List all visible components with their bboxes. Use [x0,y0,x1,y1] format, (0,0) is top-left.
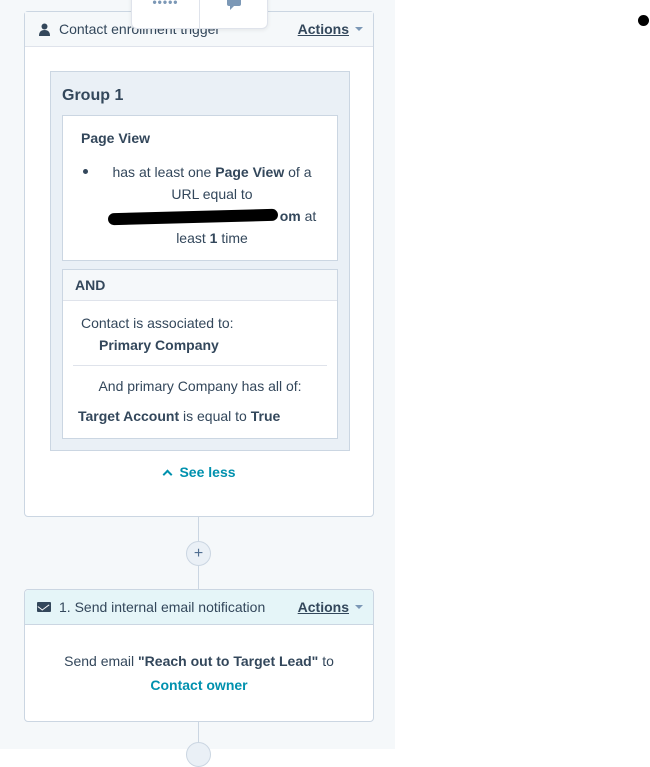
and-label: AND [63,270,337,301]
dots-icon: ••••• [152,0,179,9]
filter-property: Page View [215,164,285,180]
trigger-actions-dropdown[interactable]: Actions [298,21,363,37]
recipient-link[interactable]: Contact owner [25,677,373,693]
add-action-button-next[interactable] [186,742,211,767]
connector-line [198,517,199,541]
drag-handle[interactable]: ••••• [132,0,199,28]
mail-icon-wrap [37,602,51,612]
comment-button[interactable] [199,0,267,28]
enrollment-trigger-card[interactable]: Contact enrollment trigger Actions Group… [24,11,374,517]
see-less-label: See less [179,464,236,480]
add-action-button[interactable]: + [186,541,211,566]
and-filter-block[interactable]: AND Contact is associated to: Primary Co… [62,269,338,439]
filter-text: has at least one [112,164,216,180]
target-operator: is equal to [179,408,251,424]
contact-icon [37,23,51,36]
filter-condition: has at least one Page View of a URL equa… [97,161,327,249]
actions-label: Actions [297,21,349,37]
action-actions-dropdown[interactable]: Actions [298,599,363,615]
association-value: Primary Company [99,337,219,353]
page-view-filter[interactable]: Page View has at least one Page View of … [62,115,338,261]
action-title: 1. Send internal email notification [59,599,266,615]
redaction-mark [107,209,278,226]
filter-text: time [217,230,248,246]
mail-icon [37,602,51,612]
email-name: "Reach out to Target Lead" [138,653,319,669]
send-email-description: Send email "Reach out to Target Lead" to [25,653,373,669]
target-property: Target Account [78,408,180,424]
action-card-header: 1. Send internal email notification Acti… [25,590,373,625]
filter-title: Page View [81,130,151,146]
send-mid: to [318,653,334,669]
cursor-dot [638,15,649,26]
see-less-link[interactable]: See less [25,464,375,480]
primary-company-text: And primary Company has all of: [98,378,302,394]
bullet-icon [83,169,88,174]
association-text: Contact is associated to: [81,315,234,331]
target-value: True [250,408,281,424]
url-value: om [279,208,301,224]
connector-line [198,722,199,742]
caret-down-icon [355,605,363,609]
comment-icon [226,0,241,10]
actions-label: Actions [297,599,349,615]
send-prefix: Send email [64,653,139,669]
caret-down-icon [355,27,363,31]
divider [73,365,327,366]
filter-group: Group 1 Page View has at least one Page … [50,71,350,451]
group-title: Group 1 [62,87,124,104]
floating-toolbar: ••••• [131,0,268,29]
chevron-up-icon [163,469,173,480]
target-account-condition: Target Account is equal to True [78,408,280,424]
connector-line [198,566,199,589]
send-email-action-card[interactable]: 1. Send internal email notification Acti… [24,589,374,722]
